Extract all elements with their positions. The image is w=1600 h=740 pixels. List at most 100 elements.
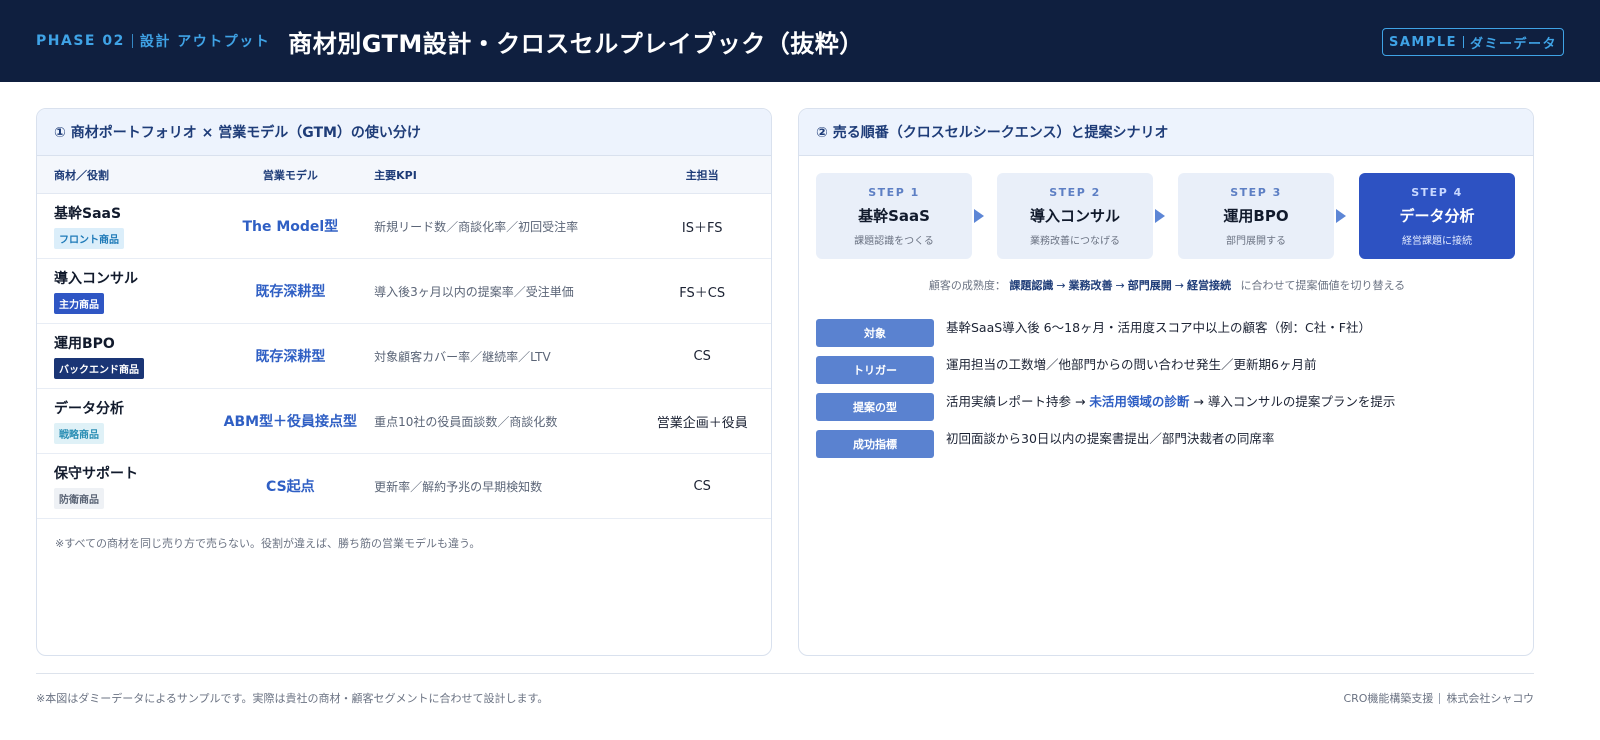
table-row: データ分析 戦略商品 ABM型＋役員接点型 重点10社の役員面談数／商談化数 営… bbox=[37, 389, 771, 454]
scenario-text: 初回面談から30日以内の提案書提出／部門決裁者の同席率 bbox=[946, 431, 1275, 446]
scenario-row: 対象 基幹SaaS導入後 6〜18ヶ月・活用度スコア中以上の顧客（例：C社・F社… bbox=[816, 319, 1516, 356]
arrow-icon: → bbox=[1174, 279, 1184, 292]
portfolio-panel: ① 商材ポートフォリオ × 営業モデル（GTM）の使い分け 商材／役割 営業モデ… bbox=[36, 108, 772, 656]
scenario-text-before: 活用実績レポート持参 → bbox=[946, 394, 1090, 409]
arrow-right-icon bbox=[1336, 209, 1346, 223]
footer-service: CRO機能構築支援 bbox=[1343, 692, 1434, 705]
arrow-right-icon bbox=[974, 209, 984, 223]
product-name: 導入コンサル bbox=[54, 271, 138, 287]
footer-note: ※本図はダミーデータによるサンプルです。実際は貴社の商材・顧客セグメントに合わせ… bbox=[36, 692, 549, 705]
maturity-prefix: 顧客の成熟度： bbox=[928, 279, 1006, 292]
scenario-label: 提案の型 bbox=[816, 393, 934, 421]
maturity-suffix: に合わせて提案価値を切り替える bbox=[1240, 279, 1406, 292]
step-label: STEP 4 bbox=[1411, 186, 1463, 199]
role-tag: 防衛商品 bbox=[54, 488, 104, 509]
scenario-list: 対象 基幹SaaS導入後 6〜18ヶ月・活用度スコア中以上の顧客（例：C社・F社… bbox=[816, 319, 1516, 467]
role-tag: 戦略商品 bbox=[54, 423, 104, 444]
step-label: STEP 2 bbox=[1049, 186, 1101, 199]
column-header-model: 営業モデル bbox=[262, 168, 318, 182]
scenario-label: トリガー bbox=[816, 356, 934, 384]
page-title: 商材別GTM設計・クロスセルプレイブック（抜粋） bbox=[288, 29, 864, 58]
owner: CS bbox=[693, 348, 711, 364]
scenario-text-highlight: 未活用領域の診断 bbox=[1089, 394, 1190, 409]
footer-company: 株式会社シャコウ bbox=[1446, 692, 1534, 705]
sample-badge-sub: ダミーデータ bbox=[1470, 36, 1558, 52]
step-card: STEP 3 運用BPO 部門展開する bbox=[1178, 173, 1334, 259]
sales-model: CS起点 bbox=[266, 479, 315, 495]
scenario-row: 成功指標 初回面談から30日以内の提案書提出／部門決裁者の同席率 bbox=[816, 430, 1516, 467]
column-header-kpi: 主要KPI bbox=[374, 168, 417, 182]
scenario-row: トリガー 運用担当の工数増／他部門からの問い合わせ発生／更新期6ヶ月前 bbox=[816, 356, 1516, 393]
step-desc: 経営課題に接続 bbox=[1402, 236, 1472, 247]
maturity-stage: 経営接続 bbox=[1186, 279, 1231, 292]
phase-number: PHASE 02 bbox=[36, 33, 125, 49]
main-kpi: 更新率／解約予兆の早期検知数 bbox=[374, 479, 543, 494]
table-row: 導入コンサル 主力商品 既存深耕型 導入後3ヶ月以内の提案率／受注単価 FS＋C… bbox=[37, 259, 771, 324]
step-card: STEP 2 導入コンサル 業務改善につなげる bbox=[997, 173, 1153, 259]
portfolio-panel-title: ① 商材ポートフォリオ × 営業モデル（GTM）の使い分け bbox=[37, 109, 771, 156]
scenario-text: 基幹SaaS導入後 6〜18ヶ月・活用度スコア中以上の顧客（例：C社・F社） bbox=[946, 320, 1371, 335]
sequence-panel-title: ② 売る順番（クロスセルシークエンス）と提案シナリオ bbox=[799, 109, 1533, 156]
owner: CS bbox=[693, 478, 711, 494]
scenario-text: 運用担当の工数増／他部門からの問い合わせ発生／更新期6ヶ月前 bbox=[946, 357, 1317, 372]
step-desc: 課題認識をつくる bbox=[854, 236, 934, 247]
role-tag: 主力商品 bbox=[54, 293, 104, 314]
sales-model: 既存深耕型 bbox=[255, 284, 326, 300]
role-tag: フロント商品 bbox=[54, 228, 124, 249]
sequence-panel: ② 売る順番（クロスセルシークエンス）と提案シナリオ STEP 1 基幹SaaS… bbox=[798, 108, 1534, 656]
step-name: 運用BPO bbox=[1223, 207, 1289, 225]
step-desc: 業務改善につなげる bbox=[1030, 236, 1120, 247]
product-name: データ分析 bbox=[54, 401, 124, 417]
sample-badge: SAMPLE ダミーデータ bbox=[1382, 28, 1564, 56]
scenario-text: 活用実績レポート持参 → 未活用領域の診断 → 導入コンサルの提案プランを提示 bbox=[946, 393, 1395, 410]
table-row: 基幹SaaS フロント商品 The Model型 新規リード数／商談化率／初回受… bbox=[37, 194, 771, 259]
owner: 営業企画＋役員 bbox=[656, 415, 748, 431]
arrow-icon: → bbox=[1115, 279, 1125, 292]
product-name: 運用BPO bbox=[54, 336, 115, 352]
footer-divider bbox=[36, 673, 1534, 674]
owner: IS＋FS bbox=[681, 220, 723, 236]
header-bar: PHASE 02 設計 アウトプット 商材別GTM設計・クロスセルプレイブック（… bbox=[0, 0, 1600, 82]
product-name: 基幹SaaS bbox=[54, 206, 122, 222]
step-label: STEP 3 bbox=[1230, 186, 1282, 199]
step-name: データ分析 bbox=[1399, 207, 1475, 225]
maturity-line: 顧客の成熟度： 課題認識 → 業務改善 → 部門展開 → 経営接続 に合わせて提案価値を切り… bbox=[799, 277, 1533, 293]
main-kpi: 重点10社の役員面談数／商談化数 bbox=[374, 414, 558, 429]
footer-divider-bar bbox=[1439, 692, 1441, 704]
role-tag: バックエンド商品 bbox=[54, 358, 144, 379]
scenario-label: 対象 bbox=[816, 319, 934, 347]
table-row: 運用BPO バックエンド商品 既存深耕型 対象顧客カバー率／継続率／LTV CS bbox=[37, 324, 771, 389]
sample-badge-divider bbox=[1463, 36, 1465, 48]
maturity-stage: 業務改善 bbox=[1068, 279, 1113, 292]
main-kpi: 新規リード数／商談化率／初回受注率 bbox=[374, 219, 579, 234]
product-name: 保守サポート bbox=[54, 466, 138, 482]
step-flow: STEP 1 基幹SaaS 課題認識をつくる STEP 2 導入コンサル 業務改… bbox=[816, 173, 1516, 259]
step-card-active: STEP 4 データ分析 経営課題に接続 bbox=[1359, 173, 1515, 259]
portfolio-table-header: 商材／役割 営業モデル 主要KPI 主担当 bbox=[37, 156, 771, 194]
arrow-icon: → bbox=[1056, 279, 1066, 292]
main-kpi: 対象顧客カバー率／継続率／LTV bbox=[374, 349, 551, 364]
owner: FS＋CS bbox=[679, 285, 726, 301]
maturity-stage: 部門展開 bbox=[1127, 279, 1172, 292]
column-header-owner: 主担当 bbox=[685, 168, 719, 182]
phase-divider bbox=[131, 34, 133, 48]
step-label: STEP 1 bbox=[868, 186, 920, 199]
sales-model: ABM型＋役員接点型 bbox=[223, 414, 358, 430]
footer-credit: CRO機能構築支援 株式会社シャコウ bbox=[1343, 690, 1534, 706]
step-card: STEP 1 基幹SaaS 課題認識をつくる bbox=[816, 173, 972, 259]
step-name: 導入コンサル bbox=[1029, 207, 1120, 225]
scenario-text-after: → 導入コンサルの提案プランを提示 bbox=[1189, 394, 1396, 409]
table-note: ※すべての商材を同じ売り方で売らない。役割が違えば、勝ち筋の営業モデルも違う。 bbox=[55, 537, 481, 550]
maturity-stage: 課題認識 bbox=[1009, 279, 1054, 292]
step-name: 基幹SaaS bbox=[858, 207, 930, 225]
scenario-row: 提案の型 活用実績レポート持参 → 未活用領域の診断 → 導入コンサルの提案プラ… bbox=[816, 393, 1516, 430]
column-header-product: 商材／役割 bbox=[54, 168, 109, 182]
sales-model: 既存深耕型 bbox=[255, 349, 326, 365]
step-desc: 部門展開する bbox=[1226, 236, 1286, 247]
table-row: 保守サポート 防衛商品 CS起点 更新率／解約予兆の早期検知数 CS bbox=[37, 454, 771, 519]
main-kpi: 導入後3ヶ月以内の提案率／受注単価 bbox=[374, 284, 574, 299]
sales-model: The Model型 bbox=[242, 219, 339, 235]
phase-subtitle: 設計 アウトプット bbox=[139, 34, 271, 50]
phase-label: PHASE 02 設計 アウトプット bbox=[36, 31, 270, 51]
sample-badge-main: SAMPLE bbox=[1388, 34, 1458, 50]
